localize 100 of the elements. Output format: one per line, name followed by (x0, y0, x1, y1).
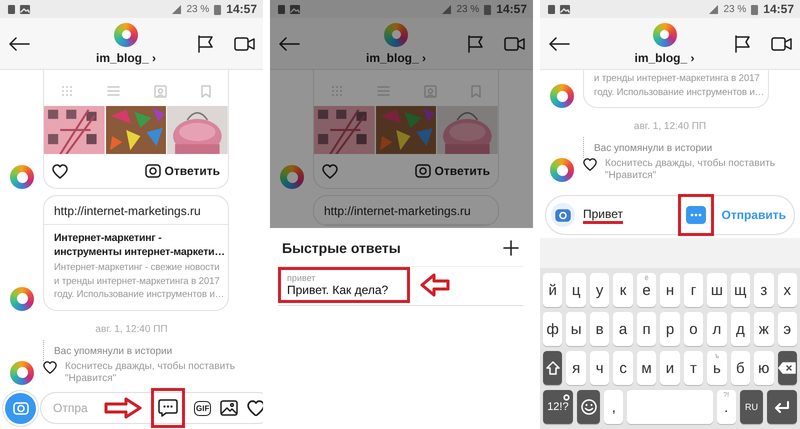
back-arrow-icon[interactable] (278, 36, 300, 50)
avatar[interactable] (10, 165, 34, 189)
battery-percent: 23 % (724, 4, 746, 14)
avatar[interactable] (550, 158, 574, 182)
key[interactable]: ж (754, 312, 774, 346)
gear-icon (562, 394, 570, 401)
key[interactable]: я (566, 351, 586, 385)
backspace-icon (778, 362, 796, 374)
post-card[interactable]: Ответить (313, 70, 499, 189)
key[interactable]: р (660, 312, 680, 346)
back-arrow-icon[interactable] (8, 36, 30, 50)
bookmark-icon (471, 84, 481, 98)
avatar[interactable] (280, 165, 304, 189)
avatar[interactable] (550, 84, 574, 108)
battery-saver-icon (548, 4, 555, 14)
link-url[interactable]: http://internet-marketings.ru (44, 196, 228, 225)
key[interactable]: о (684, 312, 704, 346)
backspace-key[interactable] (778, 351, 797, 385)
key[interactable]: л (707, 312, 727, 346)
image-icon[interactable] (220, 400, 238, 416)
key[interactable]: ю (754, 351, 774, 385)
video-camera-icon[interactable] (504, 36, 525, 52)
link-url[interactable]: http://internet-marketings.ru (314, 196, 498, 225)
username[interactable]: im_blog_ › (366, 50, 426, 64)
username[interactable]: im_blog_ › (634, 50, 695, 64)
key[interactable]: д (730, 312, 750, 346)
key[interactable]: б (730, 351, 750, 385)
clock: 14:57 (226, 2, 257, 16)
gif-button[interactable]: GIF (194, 400, 212, 416)
language-key[interactable]: RU (740, 390, 764, 424)
heart-icon[interactable] (322, 164, 338, 178)
avatar[interactable] (114, 22, 138, 46)
key[interactable]: а (613, 312, 633, 346)
avatar[interactable] (10, 286, 34, 310)
key[interactable]: в (590, 312, 610, 346)
video-camera-icon[interactable] (234, 36, 255, 52)
emoji-key[interactable] (576, 390, 600, 424)
image-notification-icon (20, 4, 30, 14)
key[interactable]: т (684, 351, 704, 385)
avatar[interactable] (384, 22, 408, 46)
heart-icon[interactable] (52, 164, 68, 178)
key[interactable]: и (660, 351, 680, 385)
clock: 14:57 (763, 2, 794, 16)
key[interactable]: п (636, 312, 656, 346)
key[interactable]: ы (566, 312, 586, 346)
key[interactable]: х (778, 273, 797, 307)
bookmark-icon (201, 84, 211, 98)
quick-reply-icon[interactable] (158, 399, 178, 417)
camera-button[interactable] (5, 392, 36, 424)
key[interactable]: , (604, 390, 624, 424)
back-arrow-icon[interactable] (548, 36, 570, 50)
post-card[interactable]: Ответить (43, 70, 229, 189)
timestamp: авг. 1, 12:40 ПП (634, 121, 706, 132)
username[interactable]: im_blog_ › (96, 50, 156, 64)
key[interactable]: э (778, 312, 797, 346)
key[interactable]: г (684, 273, 704, 307)
key[interactable]: н (660, 273, 680, 307)
key[interactable]: к (613, 273, 633, 307)
clock: 14:57 (496, 2, 527, 16)
list-icon (377, 85, 390, 97)
quick-reply-item[interactable]: привет Привет. Как дела? (278, 267, 410, 303)
enter-key[interactable] (767, 390, 797, 424)
like-hint: Коснитесь дважды, чтобы поставить "Нравится" (605, 158, 776, 182)
key[interactable]: ч (590, 351, 610, 385)
camera-icon (555, 208, 571, 222)
mention-note: Вас упомянули в истории (583, 137, 776, 158)
avatar[interactable] (652, 22, 676, 46)
camera-icon (414, 164, 431, 178)
message-field[interactable]: Привет (583, 206, 623, 224)
key[interactable]: з (754, 273, 774, 307)
heart-icon[interactable] (43, 360, 57, 374)
key[interactable]: у (590, 273, 610, 307)
key[interactable]: й (543, 273, 562, 307)
key[interactable]: ц (566, 273, 586, 307)
flag-icon[interactable] (466, 34, 484, 52)
video-camera-icon[interactable] (771, 36, 792, 52)
flag-icon[interactable] (733, 34, 751, 52)
key[interactable]: м (636, 351, 656, 385)
battery-saver-icon (8, 4, 15, 14)
flag-icon[interactable] (196, 34, 214, 52)
heart-icon[interactable] (583, 158, 597, 172)
link-card[interactable]: http://internet-marketings.ru Интернет-маркетинг - инструменты интернет-маркети… Интернет-маркетинг - свежие новости и тренды интернет-маркетинга в 2017 году. Использование инструментов и… (43, 195, 229, 310)
key[interactable]: с (613, 351, 633, 385)
reply-button[interactable]: Ответить (414, 164, 490, 178)
key[interactable]: щ (730, 273, 750, 307)
key[interactable]: ф (543, 312, 562, 346)
camera-button[interactable] (551, 203, 575, 227)
reply-button[interactable]: Ответить (144, 164, 220, 178)
timestamp: авг. 1, 12:40 ПП (95, 324, 168, 334)
battery-percent: 23 % (186, 4, 210, 14)
shift-key[interactable] (543, 351, 562, 385)
key[interactable]: ш (707, 273, 727, 307)
heart-icon[interactable] (247, 400, 263, 416)
plus-icon[interactable] (503, 240, 519, 256)
battery-icon (484, 4, 492, 14)
avatar[interactable] (10, 360, 34, 384)
enter-icon (774, 401, 790, 413)
symbols-key[interactable]: 12!? (543, 390, 573, 424)
grid-icon (331, 85, 343, 97)
smiley-icon (580, 399, 597, 415)
